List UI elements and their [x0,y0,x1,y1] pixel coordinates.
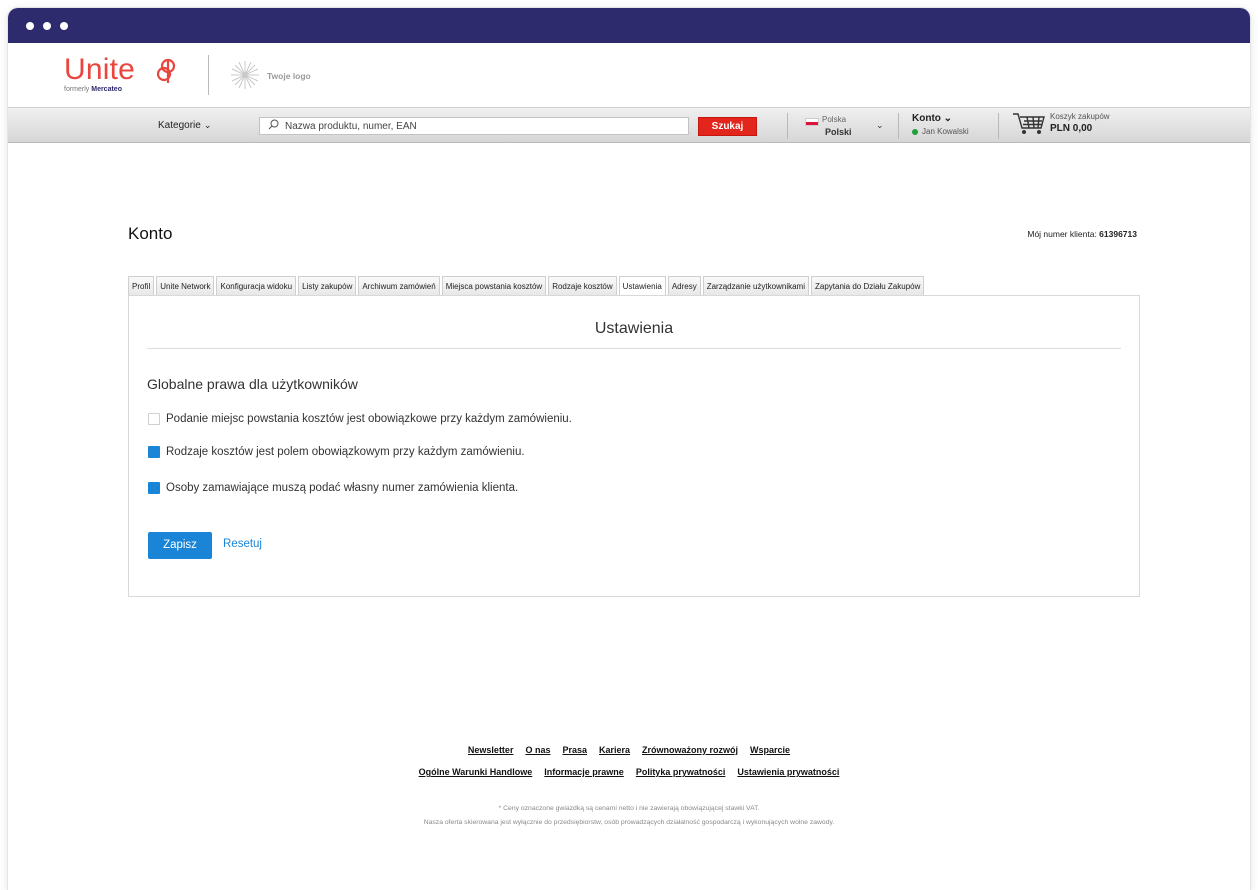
page-title: Konto [128,224,173,243]
tab-profil[interactable]: Profil [128,276,155,295]
option-label: Rodzaje kosztów jest polem obowiązkowym … [166,446,525,458]
search-placeholder: Nazwa produktu, numer, EAN [285,120,417,132]
option-label: Podanie miejsc powstania kosztów jest ob… [166,413,572,425]
categories-label: Kategorie [158,120,201,131]
cart-amount: PLN 0,00 [1050,123,1093,134]
checkbox[interactable] [148,413,160,425]
settings-panel: Ustawienia Globalne prawa dla użytkownik… [128,295,1140,597]
footer-link-zrownowazony-rozwoj[interactable]: Zrównoważony rozwój [642,745,738,755]
footer-link-ustawienia-prywatnosci[interactable]: Ustawienia prywatności [737,767,839,777]
footer-links-row-2: Ogólne Warunki Handlowe Informacje prawn… [8,767,1250,777]
nav-divider [998,113,999,139]
tab-zarzadzanie-uzytkownikami[interactable]: Zarządzanie użytkownikami [702,276,809,295]
tab-listy-zakupow[interactable]: Listy zakupów [298,276,357,295]
account-label-text: Konto [912,113,941,124]
search-input[interactable]: Nazwa produktu, numer, EAN [259,117,689,135]
option-cost-center-required[interactable]: Podanie miejsc powstania kosztów jest ob… [148,413,572,425]
tab-unite-network[interactable]: Unite Network [156,276,215,295]
tab-archiwum-zamowien[interactable]: Archiwum zamówień [358,276,440,295]
logo-bar: Unite formerly Mercateo Twoje logo [8,43,1250,107]
footer-vat-note: * Ceny oznaczone gwiazdką są cenami nett… [498,805,760,812]
client-number-label: Mój numer klienta: [1027,229,1100,239]
panel-title: Ustawienia [594,320,674,337]
footer-b2b-note: Nasza oferta skierowana jest wyłącznie d… [423,819,835,826]
footer-links-row-1: Newsletter O nas Prasa Kariera Zrównoważ… [8,745,1250,755]
option-cost-type-required[interactable]: Rodzaje kosztów jest polem obowiązkowym … [148,446,525,458]
language-label: Polski [825,127,852,137]
footer-link-polityka-prywatnosci[interactable]: Polityka prywatności [636,767,726,777]
section-title: Globalne prawa dla użytkowników [147,376,358,392]
tab-adresy[interactable]: Adresy [667,276,701,295]
footer-link-owh[interactable]: Ogólne Warunki Handlowe [419,767,533,777]
main-navbar: Kategorie ⌄ Nazwa produktu, numer, EAN Sz… [8,107,1250,143]
online-status-icon [912,128,918,135]
window-control-dot[interactable] [60,21,68,30]
window-control-dot[interactable] [26,21,34,30]
account-menu[interactable]: Konto ⌄ Jan Kowalski [912,113,969,136]
footer-link-informacje-prawne[interactable]: Informacje prawne [544,767,624,777]
tab-konfiguracja-widoku[interactable]: Konfiguracja widoku [216,276,297,295]
categories-menu[interactable]: Kategorie ⌄ [158,120,211,131]
chevron-down-icon[interactable]: ⌄ [876,120,884,131]
footer-link-wsparcie[interactable]: Wsparcie [750,745,790,755]
footer-link-kariera[interactable]: Kariera [599,745,630,755]
footer-link-newsletter[interactable]: Newsletter [468,745,514,755]
checkbox[interactable] [148,482,160,494]
logo-divider [208,55,209,95]
brand-formerly: formerly Mercateo [64,86,135,93]
footer-link-o-nas[interactable]: O nas [525,745,550,755]
country-label: Polska [822,115,847,124]
poland-flag-icon [805,118,819,126]
nav-divider [787,113,788,139]
tab-ustawienia[interactable]: Ustawienia [618,276,666,295]
cart-summary[interactable]: Koszyk zakupów PLN 0,00 [1050,112,1110,134]
option-order-number-required[interactable]: Osoby zamawiające muszą podać własny num… [148,482,518,494]
search-icon [268,119,279,133]
your-logo-text: Twoje logo [267,71,311,81]
cart-label: Koszyk zakupów [1050,112,1110,121]
unite-logo[interactable]: Unite formerly Mercateo [64,53,136,94]
account-label: Konto ⌄ [912,113,969,124]
chevron-down-icon: ⌄ [203,120,212,130]
panel-divider [147,348,1121,349]
account-user: Jan Kowalski [912,127,969,136]
option-label: Osoby zamawiające muszą podać własny num… [166,482,519,494]
footer-link-prasa[interactable]: Prasa [562,745,587,755]
tab-zapytania-do-dzialu-zakupow[interactable]: Zapytania do Działu Zakupów [810,276,925,295]
browser-window: Unite formerly Mercateo Twoje logo Kateg… [8,8,1250,890]
unite-cross-icon [156,58,180,89]
brand-formerly-name: Mercateo [91,86,122,93]
search-button[interactable]: Szukaj [698,117,757,136]
customer-logo-placeholder: Twoje logo [230,60,311,92]
client-number-value: 61396713 [1099,229,1137,239]
window-titlebar [8,8,1250,43]
account-user-name: Jan Kowalski [922,127,969,136]
checkbox[interactable] [148,446,160,458]
save-button[interactable]: Zapisz [148,532,212,559]
brand-formerly-label: formerly [64,86,90,93]
chevron-down-icon: ⌄ [943,113,953,124]
sunburst-icon [230,60,260,92]
tab-miejsca-powstania-kosztow[interactable]: Miejsca powstania kosztów [441,276,547,295]
nav-divider [898,113,899,139]
brand-name: Unite [64,53,136,86]
reset-link[interactable]: Resetuj [223,538,262,550]
client-number: Mój numer klienta: 61396713 [1027,229,1137,239]
account-tabs: Profil Unite Network Konfiguracja widoku… [128,276,926,295]
window-control-dot[interactable] [43,21,51,30]
shopping-cart-icon[interactable] [1012,112,1046,141]
tab-rodzaje-kosztow[interactable]: Rodzaje kosztów [548,276,617,295]
